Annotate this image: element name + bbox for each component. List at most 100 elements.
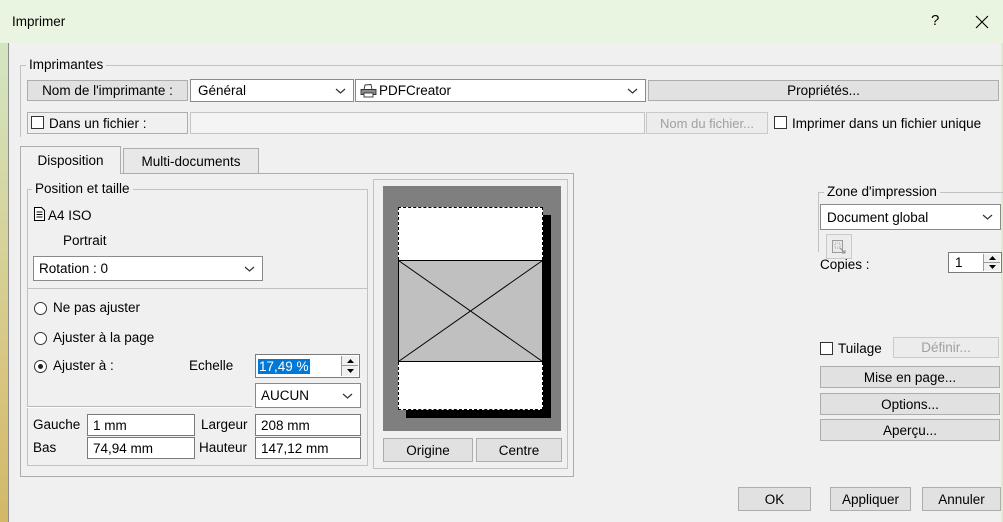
filename-button[interactable]: Nom du fichier... xyxy=(646,112,768,134)
height-field[interactable]: 147,12 mm xyxy=(255,437,361,459)
copies-spinbox[interactable]: 1 xyxy=(948,252,1002,273)
printer-select[interactable]: PDFCreator xyxy=(355,79,646,102)
printer-icon xyxy=(360,83,377,97)
selection-icon xyxy=(832,239,846,253)
printer-category-value: Général xyxy=(198,83,247,98)
divider xyxy=(27,406,252,408)
define-button[interactable]: Définir... xyxy=(893,337,999,358)
height-label: Hauteur xyxy=(199,440,248,455)
radio-fit-to-label[interactable]: Ajuster à : xyxy=(53,358,114,373)
triangle-down-icon xyxy=(988,264,996,269)
width-value: 208 mm xyxy=(261,417,310,433)
scale-spinbox[interactable]: 17,49 % xyxy=(255,354,360,378)
spin-down-button[interactable] xyxy=(342,366,358,376)
tiling-checkbox[interactable] xyxy=(820,342,833,355)
preview-button-label: Aperçu... xyxy=(882,422,938,438)
properties-button-label: Propriétés... xyxy=(787,83,860,98)
properties-button[interactable]: Propriétés... xyxy=(648,80,999,101)
spin-up-button[interactable] xyxy=(342,356,358,366)
ok-button[interactable]: OK xyxy=(738,487,811,511)
radio-no-fit[interactable] xyxy=(34,302,47,315)
chevron-down-icon xyxy=(335,88,346,94)
tiling-label[interactable]: Tuilage xyxy=(838,341,882,356)
define-button-label: Définir... xyxy=(921,340,971,355)
bottom-value: 74,94 mm xyxy=(93,440,154,456)
ok-button-label: OK xyxy=(764,491,785,507)
copies-spin-buttons[interactable] xyxy=(983,254,1000,271)
chevron-down-icon xyxy=(342,393,353,399)
apply-button-label: Appliquer xyxy=(841,491,900,507)
triangle-down-icon xyxy=(346,369,354,373)
rotation-value: Rotation : 0 xyxy=(39,261,109,276)
radio-no-fit-label[interactable]: Ne pas ajuster xyxy=(53,300,140,315)
options-button-label: Options... xyxy=(881,396,939,412)
print-area-value: Document global xyxy=(827,209,929,225)
radio-fit-to[interactable] xyxy=(34,360,47,373)
tab-label: Disposition xyxy=(37,153,104,168)
image-placeholder[interactable] xyxy=(398,260,543,362)
page-setup-button-label: Mise en page... xyxy=(863,369,957,385)
to-file-checkbox[interactable] xyxy=(31,116,44,129)
scale-spin-buttons[interactable] xyxy=(341,356,358,376)
left-label: Gauche xyxy=(33,417,81,432)
chevron-down-icon xyxy=(627,88,638,94)
options-button[interactable]: Options... xyxy=(820,393,1000,415)
print-dialog: Imprimer ? Imprimantes Nom de l'impriman… xyxy=(0,0,1003,522)
bottom-field[interactable]: 74,94 mm xyxy=(87,437,195,459)
radio-fit-page[interactable] xyxy=(34,332,47,345)
position-size-group-label: Position et taille xyxy=(32,181,133,196)
fit-mode-select[interactable]: AUCUN xyxy=(255,383,361,408)
width-label: Largeur xyxy=(201,417,248,432)
center-button-label: Centre xyxy=(498,442,540,458)
single-file-checkbox[interactable] xyxy=(774,116,787,129)
to-file-label[interactable]: Dans un fichier : xyxy=(49,116,147,131)
close-button[interactable] xyxy=(975,15,989,29)
origin-button-label: Origine xyxy=(406,442,450,458)
window-title: Imprimer xyxy=(12,14,66,29)
document-icon xyxy=(34,207,45,221)
close-icon xyxy=(975,15,989,29)
left-field[interactable]: 1 mm xyxy=(87,414,195,436)
printer-category-select[interactable]: Général xyxy=(190,79,354,102)
center-button[interactable]: Centre xyxy=(476,438,562,462)
printer-name-button-label: Nom de l'imprimante : xyxy=(42,83,173,98)
page-setup-button[interactable]: Mise en page... xyxy=(820,366,1000,388)
preview-button[interactable]: Aperçu... xyxy=(820,419,1000,441)
scale-value: 17,49 % xyxy=(258,358,310,374)
paper-size-label: A4 ISO xyxy=(48,208,92,223)
origin-button[interactable]: Origine xyxy=(383,438,473,462)
fit-mode-value: AUCUN xyxy=(261,388,310,403)
left-value: 1 mm xyxy=(93,417,127,433)
printers-group-label: Imprimantes xyxy=(26,57,107,72)
printer-name-button[interactable]: Nom de l'imprimante : xyxy=(27,80,188,101)
tab-multi-documents[interactable]: Multi-documents xyxy=(123,148,259,173)
filename-field[interactable] xyxy=(190,112,645,134)
triangle-up-icon xyxy=(988,255,996,260)
radio-fit-page-label[interactable]: Ajuster à la page xyxy=(53,330,154,345)
spin-down-button[interactable] xyxy=(984,263,1000,272)
title-bar[interactable]: Imprimer ? xyxy=(0,0,1003,43)
chevron-down-icon xyxy=(982,214,993,220)
chevron-down-icon xyxy=(244,266,255,272)
height-value: 147,12 mm xyxy=(261,440,329,456)
width-field[interactable]: 208 mm xyxy=(255,414,361,436)
copies-label: Copies : xyxy=(820,257,870,272)
help-button[interactable]: ? xyxy=(931,13,939,28)
print-area-group-label: Zone d'impression xyxy=(824,184,940,199)
filename-button-label: Nom du fichier... xyxy=(660,115,754,131)
printer-value: PDFCreator xyxy=(379,83,452,98)
window-edge-left xyxy=(0,43,9,522)
spin-up-button[interactable] xyxy=(984,254,1000,263)
single-file-label[interactable]: Imprimer dans un fichier unique xyxy=(792,116,981,131)
orientation-label: Portrait xyxy=(63,233,107,248)
tab-label: Multi-documents xyxy=(141,153,241,169)
cancel-button-label: Annuler xyxy=(938,491,985,507)
tab-disposition[interactable]: Disposition xyxy=(20,146,121,174)
triangle-up-icon xyxy=(346,358,354,363)
print-area-select[interactable]: Document global xyxy=(820,204,1001,230)
rotation-select[interactable]: Rotation : 0 xyxy=(33,256,263,281)
apply-button[interactable]: Appliquer xyxy=(830,487,911,511)
selection-button[interactable] xyxy=(826,234,852,259)
copies-value: 1 xyxy=(955,255,963,270)
cancel-button[interactable]: Annuler xyxy=(922,487,1001,511)
